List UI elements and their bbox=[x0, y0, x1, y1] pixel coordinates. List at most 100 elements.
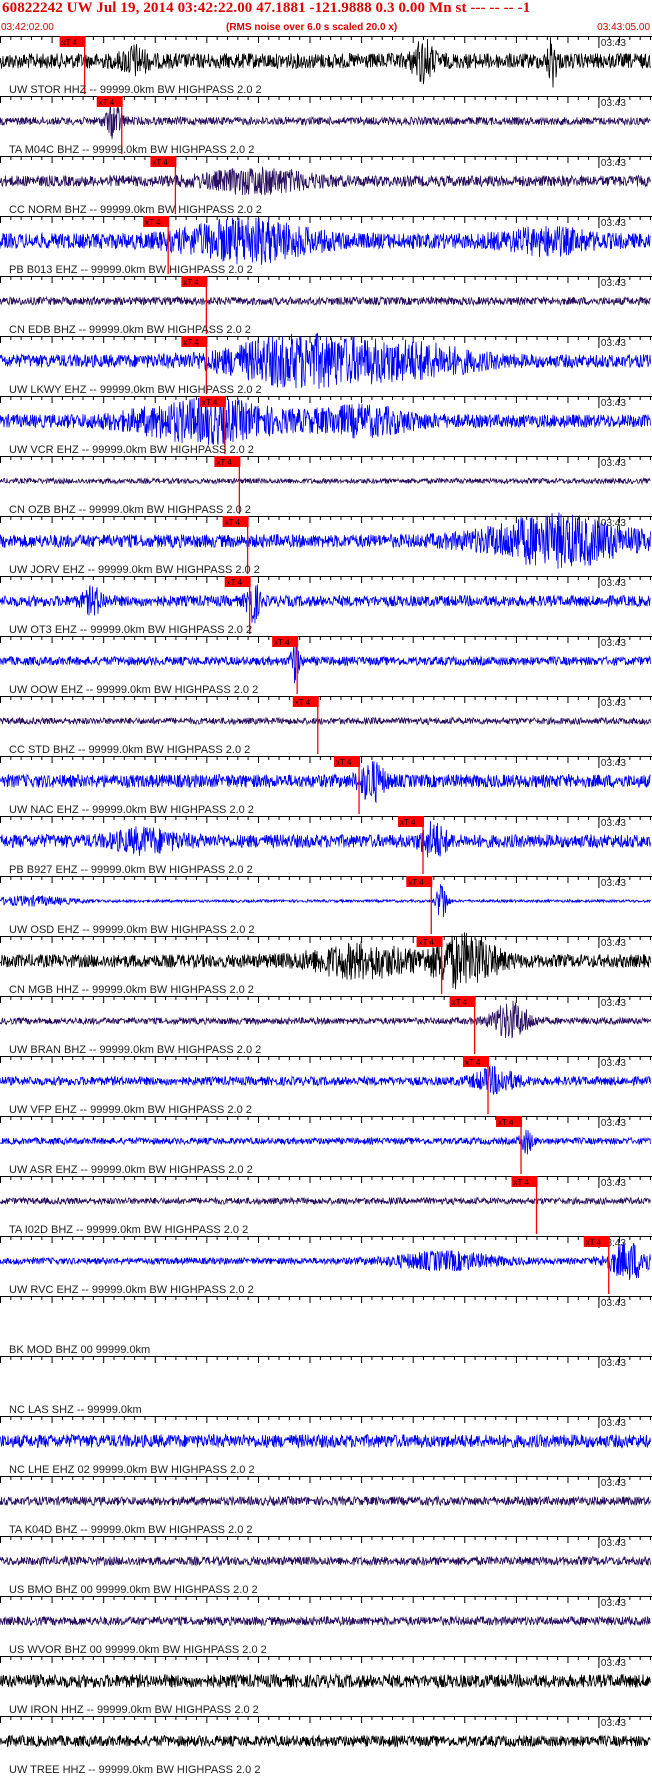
waveform-trace bbox=[0, 476, 651, 486]
trace-label: UW NAC EHZ -- 99999.0km BW HIGHPASS 2.0 … bbox=[9, 804, 254, 816]
pick-marker-label: xT 4 bbox=[295, 698, 311, 707]
waveform-trace bbox=[0, 1734, 651, 1748]
waveform-trace bbox=[0, 37, 651, 88]
waveform-trace bbox=[0, 104, 651, 140]
trace-panel: 03:43 xT 4 UW OT3 EHZ -- 99999.0km BW HIGH… bbox=[0, 576, 652, 636]
waveform-trace bbox=[0, 295, 651, 307]
minute-tick-label: 03:43 bbox=[601, 158, 626, 169]
minute-tick-label: 03:43 bbox=[601, 878, 626, 889]
waveform-trace bbox=[0, 820, 651, 858]
trace-label: CN MGB HHZ -- 99999.0km BW HIGHPASS 2.0 … bbox=[9, 984, 254, 996]
trace-label: UW OOW EHZ -- 99999.0km BW HIGHPASS 2.0 … bbox=[9, 684, 258, 696]
pick-marker-label: xT 4 bbox=[183, 278, 199, 287]
trace-panel: 03:43 xT 4 TA M04C BHZ -- 99999.0km BW HIG… bbox=[0, 96, 652, 156]
time-range-bar: 03:42:02.00 (RMS noise over 6.0 s scaled… bbox=[0, 22, 652, 36]
trace-panel: 03:43 BK MOD BHZ 00 99999.0km bbox=[0, 1296, 652, 1356]
waveform-trace bbox=[0, 1196, 651, 1206]
trace-panel: 03:43xT 4UW JORV EHZ -- 99999.0km BW HIG… bbox=[0, 512, 652, 576]
pick-marker-label: xT 4 bbox=[216, 458, 232, 467]
trace-label: BK MOD BHZ 00 99999.0km bbox=[9, 1344, 150, 1356]
minute-tick-label: 03:43 bbox=[601, 1418, 626, 1429]
waveform-trace bbox=[0, 166, 651, 196]
minute-tick-label: 03:43 bbox=[601, 1478, 626, 1489]
trace-label: TA M04C BHZ -- 99999.0km BW HIGHPASS 2.0… bbox=[9, 144, 254, 156]
minute-tick-label: 03:43 bbox=[601, 38, 626, 49]
trace-label: CC NORM BHZ -- 99999.0km BW HIGHPASS 2.0… bbox=[9, 204, 262, 216]
trace-label: UW STOR HHZ -- 99999.0km BW HIGHPASS 2.0… bbox=[9, 84, 262, 96]
pick-marker-label: xT 4 bbox=[408, 878, 424, 887]
trace-label: UW RVC EHZ -- 99999.0km BW HIGHPASS 2.0 … bbox=[9, 1284, 254, 1296]
pick-marker-label: xT 4 bbox=[498, 1118, 514, 1127]
pick-marker-label: xT 4 bbox=[452, 998, 468, 1007]
trace-label: TA K04D BHZ -- 99999.0km BW HIGHPASS 2.0… bbox=[9, 1524, 253, 1536]
pick-marker-label: xT 4 bbox=[183, 338, 199, 347]
start-time-label: 03:42:02.00 bbox=[1, 22, 54, 33]
minute-tick-label: 03:43 bbox=[601, 1058, 626, 1069]
minute-tick-label: 03:43 bbox=[601, 338, 626, 349]
trace-panel: 03:43 xT 4 CN EDB BHZ -- 99999.0km BW HIGH… bbox=[0, 276, 652, 336]
trace-label: NC LHE EHZ 02 99999.0km BW HIGHPASS 2.0 … bbox=[9, 1464, 255, 1476]
end-time-label: 03:43:05.00 bbox=[597, 22, 650, 33]
trace-panel: 03:43 US WVOR BHZ 00 99999.0km BW HIGHPAS… bbox=[0, 1596, 652, 1656]
minute-tick-label: 03:43 bbox=[601, 1598, 626, 1609]
pick-marker-label: xT 4 bbox=[152, 158, 168, 167]
trace-panel: 03:43 UW IRON HHZ -- 99999.0km BW HIGHPAS… bbox=[0, 1656, 652, 1716]
trace-panel: 03:43 xT 4 CC STD BHZ -- 99999.0km BW HIGH… bbox=[0, 696, 652, 756]
trace-panel: 03:43 xT 4 PB B013 EHZ -- 99999.0km BW HIG… bbox=[0, 216, 652, 276]
pick-marker-label: xT 4 bbox=[419, 938, 435, 947]
trace-label: UW ASR EHZ -- 99999.0km BW HIGHPASS 2.0 … bbox=[9, 1164, 253, 1176]
trace-panel: 03:43 xT 4 CC NORM BHZ -- 99999.0km BW HIG… bbox=[0, 156, 652, 216]
trace-label: US BMO BHZ 00 99999.0km BW HIGHPASS 2.0 … bbox=[9, 1584, 258, 1596]
trace-panel: 03:43 xT 4 CN MGB HHZ -- 99999.0km BW HIGH… bbox=[0, 932, 652, 996]
minute-tick-label: 03:43 bbox=[601, 1178, 626, 1189]
trace-label: UW VFP EHZ -- 99999.0km BW HIGHPASS 2.0 … bbox=[9, 1104, 252, 1116]
pick-marker-label: xT 4 bbox=[227, 578, 243, 587]
minute-tick-label: 03:43 bbox=[601, 218, 626, 229]
trace-label: CN OZB BHZ -- 99999.0km BW HIGHPASS 2.0 … bbox=[9, 504, 251, 516]
minute-tick-label: 03:43 bbox=[601, 938, 626, 949]
trace-label: CN EDB BHZ -- 99999.0km BW HIGHPASS 2.0 … bbox=[9, 324, 251, 336]
trace-panel: 03:43 xT 4 UW OSD EHZ -- 99999.0km BW HIGH… bbox=[0, 876, 652, 936]
waveform-trace bbox=[0, 333, 651, 389]
trace-panel: 03:43 NC LHE EHZ 02 99999.0km BW HIGHPASS… bbox=[0, 1416, 652, 1476]
waveform-trace bbox=[0, 584, 651, 624]
waveform-trace bbox=[0, 932, 651, 990]
minute-tick-label: 03:43 bbox=[601, 1538, 626, 1549]
minute-tick-label: 03:43 bbox=[601, 638, 626, 649]
trace-panel: 03:43 NC LAS SHZ -- 99999.0km bbox=[0, 1356, 652, 1416]
trace-label: UW OT3 EHZ -- 99999.0km BW HIGHPASS 2.0 … bbox=[9, 624, 252, 636]
minute-tick-label: 03:43 bbox=[601, 578, 626, 589]
pick-marker-label: xT 4 bbox=[514, 1178, 530, 1187]
waveform-trace bbox=[0, 1672, 651, 1689]
waveform-trace bbox=[0, 1495, 651, 1507]
trace-panel: 03:43 TA K04D BHZ -- 99999.0km BW HIGHPAS… bbox=[0, 1476, 652, 1536]
trace-panel: 03:43 US BMO BHZ 00 99999.0km BW HIGHPASS… bbox=[0, 1536, 652, 1596]
trace-panel: 03:43xT 4UW RVC EHZ -- 99999.0km BW HIGH… bbox=[0, 1236, 652, 1296]
waveform-trace bbox=[0, 1615, 651, 1627]
trace-label: UW VCR EHZ -- 99999.0km BW HIGHPASS 2.0 … bbox=[9, 444, 254, 456]
trace-label: NC LAS SHZ -- 99999.0km bbox=[9, 1404, 142, 1416]
trace-label: UW JORV EHZ -- 99999.0km BW HIGHPASS 2.0… bbox=[9, 564, 260, 576]
trace-panel: 03:43 xT 4 UW NAC EHZ -- 99999.0km BW HIGH… bbox=[0, 756, 652, 816]
waveform-trace bbox=[0, 1065, 651, 1095]
trace-label: US WVOR BHZ 00 99999.0km BW HIGHPASS 2.0… bbox=[9, 1644, 267, 1656]
pick-marker-label: xT 4 bbox=[202, 398, 218, 407]
trace-label: UW IRON HHZ -- 99999.0km BW HIGHPASS 2.0… bbox=[9, 1704, 259, 1716]
pick-marker-label: xT 4 bbox=[225, 518, 241, 527]
waveform-trace bbox=[0, 761, 651, 804]
pick-marker-label: xT 4 bbox=[145, 218, 161, 227]
minute-tick-label: 03:43 bbox=[601, 1118, 626, 1129]
waveform-trace bbox=[0, 1242, 651, 1280]
trace-label: UW LKWY EHZ -- 99999.0km BW HIGHPASS 2.0… bbox=[9, 384, 262, 396]
trace-label: CC STD BHZ -- 99999.0km BW HIGHPASS 2.0 … bbox=[9, 744, 250, 756]
minute-tick-label: 03:43 bbox=[601, 1358, 626, 1369]
minute-tick-label: 03:43 bbox=[601, 1298, 626, 1309]
trace-panel: 03:43 xT 4 UW BRAN BHZ -- 99999.0km BW HIG… bbox=[0, 996, 652, 1056]
trace-label: PB B013 EHZ -- 99999.0km BW HIGHPASS 2.0… bbox=[9, 264, 253, 276]
minute-tick-label: 03:43 bbox=[601, 1658, 626, 1669]
trace-panel: 03:43 xT 4 CN OZB BHZ -- 99999.0km BW HIGH… bbox=[0, 456, 652, 516]
waveform-trace bbox=[0, 512, 651, 569]
trace-panel: 03:43 xT 4 UW VFP EHZ -- 99999.0km BW HIGH… bbox=[0, 1056, 652, 1116]
trace-panel: 03:43 xT 4 UW OOW EHZ -- 99999.0km BW HIGH… bbox=[0, 636, 652, 696]
trace-panel: 03:43 xT 4 UW ASR EHZ -- 99999.0km BW HIGH… bbox=[0, 1116, 652, 1176]
